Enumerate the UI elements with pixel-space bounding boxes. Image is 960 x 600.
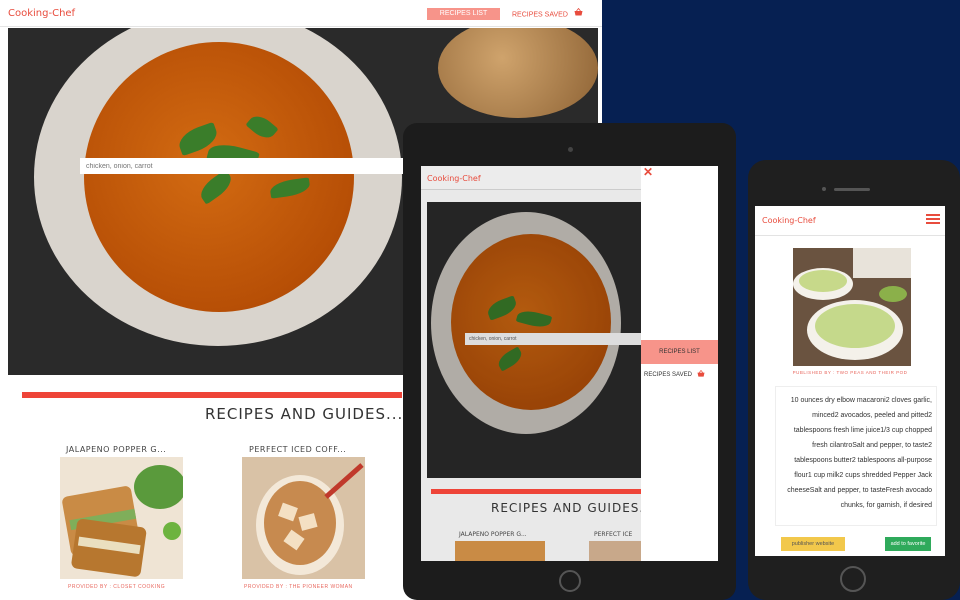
- brand-logo[interactable]: Cooking-Chef: [427, 174, 481, 183]
- tablet-navbar: Cooking-Chef: [421, 166, 641, 190]
- phone-navbar: Cooking-Chef: [755, 206, 945, 236]
- add-to-favorite-button[interactable]: add to favorite: [885, 537, 931, 551]
- drawer-recipes-saved[interactable]: RECIPES SAVED: [644, 369, 705, 379]
- tablet-camera: [568, 147, 573, 152]
- recipe-card-image[interactable]: [455, 541, 545, 561]
- tablet-screen: Cooking-Chef chicken, onion, carrot RECI…: [421, 166, 718, 561]
- section-divider: [431, 489, 641, 494]
- publisher-website-button[interactable]: publisher website: [781, 537, 845, 551]
- tablet-device: Cooking-Chef chicken, onion, carrot RECI…: [403, 123, 736, 600]
- recipe-image: [793, 248, 911, 366]
- brand-logo[interactable]: Cooking-Chef: [762, 216, 816, 225]
- recipe-provider: PUBLISHED BY : TWO PEAS AND THEIR POD: [792, 370, 908, 375]
- phone-device: Cooking-Chef PUBLISHED BY : TWO PEAS AND…: [748, 160, 960, 600]
- side-drawer: ✕ RECIPES LIST RECIPES SAVED: [641, 166, 718, 561]
- nav-recipes-saved[interactable]: RECIPES SAVED: [512, 7, 583, 21]
- recipe-card-title[interactable]: JALAPENO POPPER G...: [66, 445, 166, 454]
- brand-logo[interactable]: Cooking-Chef: [8, 8, 75, 19]
- phone-screen: Cooking-Chef PUBLISHED BY : TWO PEAS AND…: [755, 206, 945, 556]
- menu-icon[interactable]: [926, 214, 940, 224]
- nav-recipes-saved-label: RECIPES SAVED: [512, 11, 568, 19]
- nav-recipes-list[interactable]: RECIPES LIST: [427, 8, 500, 20]
- bread-decoration: [438, 28, 598, 118]
- basket-icon: [697, 369, 705, 379]
- phone-speaker: [834, 188, 870, 191]
- close-icon[interactable]: ✕: [643, 166, 653, 178]
- recipe-card-image[interactable]: [60, 457, 183, 579]
- ingredients-text: 10 ounces dry elbow macaroni2 cloves gar…: [775, 386, 937, 526]
- recipe-card-provider: PROVIDED BY : CLOSET COOKING: [68, 584, 166, 590]
- section-divider: [22, 392, 402, 398]
- section-heading: RECIPES AND GUIDES...: [205, 405, 404, 423]
- recipe-card-image[interactable]: [589, 541, 641, 561]
- search-input[interactable]: [80, 158, 410, 174]
- tablet-home-button: [559, 570, 581, 592]
- recipe-card-title[interactable]: JALAPENO POPPER G...: [459, 531, 527, 538]
- phone-camera: [822, 187, 826, 191]
- drawer-recipes-list[interactable]: RECIPES LIST: [641, 340, 718, 364]
- recipe-card-provider: PROVIDED BY : THE PIONEER WOMAN: [244, 584, 353, 590]
- recipe-card-title[interactable]: PERFECT ICED COFF...: [249, 445, 346, 454]
- recipe-card-title[interactable]: PERFECT ICE: [594, 531, 632, 538]
- recipe-card-image[interactable]: [242, 457, 365, 579]
- navbar: Cooking-Chef RECIPES LIST RECIPES SAVED: [0, 0, 602, 27]
- phone-home-button: [840, 566, 866, 592]
- section-heading: RECIPES AND GUIDES...: [491, 501, 654, 515]
- drawer-recipes-saved-label: RECIPES SAVED: [644, 372, 692, 379]
- basket-icon: [574, 7, 583, 21]
- search-input[interactable]: chicken, onion, carrot: [465, 333, 641, 345]
